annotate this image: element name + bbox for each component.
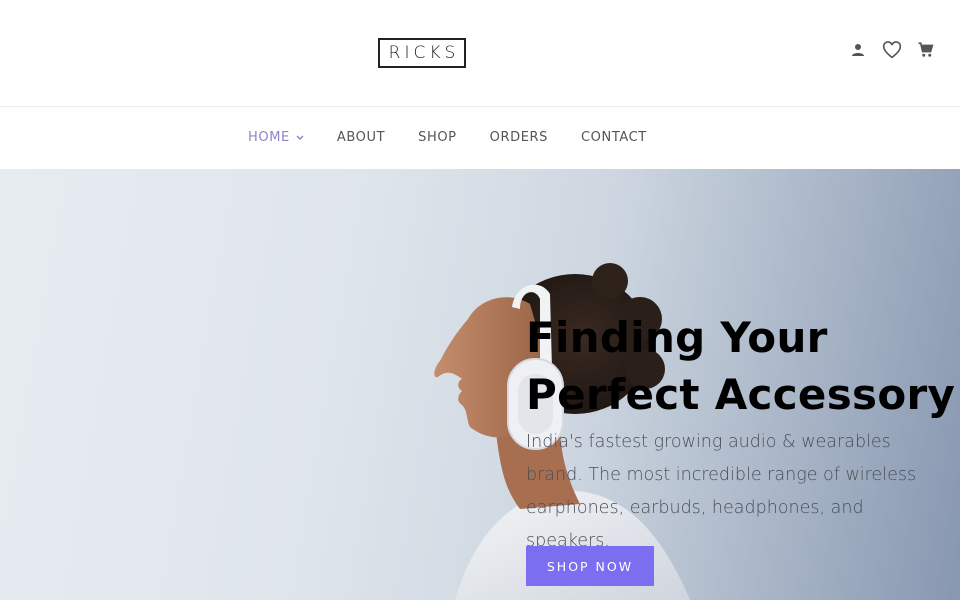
nav-item-shop[interactable]: SHOP <box>418 130 457 145</box>
hero-banner: Finding Your Perfect Accessory India's f… <box>0 169 960 600</box>
site-header: RICKS <box>0 0 960 107</box>
chevron-down-icon <box>296 134 304 142</box>
nav-item-home[interactable]: HOME <box>248 130 304 145</box>
nav-item-label: ABOUT <box>336 130 386 145</box>
nav-item-orders[interactable]: ORDERS <box>490 130 548 145</box>
hero-title: Finding Your Perfect Accessory <box>526 309 956 423</box>
nav-list: HOME ABOUT SHOP ORDERS CONTACT <box>248 130 647 145</box>
nav-item-about[interactable]: ABOUT <box>337 130 385 145</box>
main-nav: HOME ABOUT SHOP ORDERS CONTACT <box>0 108 960 169</box>
nav-item-label: ORDERS <box>489 130 548 145</box>
heart-icon[interactable] <box>882 40 902 60</box>
user-icon[interactable] <box>848 40 868 60</box>
brand-logo[interactable]: RICKS <box>378 38 466 68</box>
header-icons <box>848 40 936 60</box>
nav-item-label: HOME <box>248 130 290 145</box>
hero-title-line2: Perfect Accessory <box>526 370 956 419</box>
hero-title-line1: Finding Your <box>526 313 828 362</box>
nav-item-label: SHOP <box>418 130 457 145</box>
nav-item-label: CONTACT <box>581 130 647 145</box>
shop-now-button[interactable]: SHOP NOW <box>526 546 654 586</box>
hero-description: India's fastest growing audio & wearable… <box>526 432 917 551</box>
cart-icon[interactable] <box>916 40 936 60</box>
nav-item-contact[interactable]: CONTACT <box>581 130 647 145</box>
